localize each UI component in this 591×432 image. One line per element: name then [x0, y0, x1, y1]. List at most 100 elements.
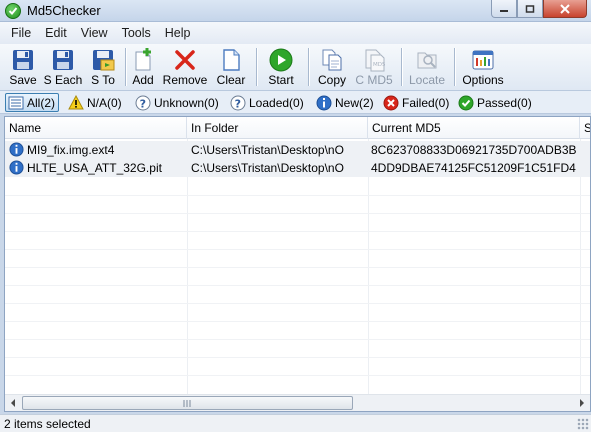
column-header-extra[interactable]: S: [580, 117, 590, 139]
close-icon: [560, 3, 570, 14]
file-list[interactable]: Name In Folder Current MD5 S MI9_fix.img…: [4, 116, 591, 412]
row-divider: [5, 357, 590, 358]
failed-icon: [383, 95, 399, 110]
cell-name: MI9_fix.img.ext4: [27, 143, 115, 157]
filter-na-label: N/A(0): [87, 95, 122, 110]
arrow-left-icon: [11, 399, 15, 407]
filter-new-label: New(2): [335, 95, 374, 110]
add-button[interactable]: Add: [128, 45, 158, 90]
row-divider: [5, 249, 590, 250]
scroll-right-button[interactable]: [573, 395, 590, 411]
minimize-icon: [500, 9, 508, 12]
menu-file[interactable]: File: [4, 26, 38, 40]
list-icon: [8, 96, 24, 109]
question-icon: ?: [230, 95, 246, 110]
filter-failed-label: Failed(0): [402, 95, 450, 110]
checkmark-circle-icon: [5, 3, 21, 19]
grip-icon: [183, 400, 192, 407]
menu-edit[interactable]: Edit: [38, 26, 74, 40]
info-icon: [9, 142, 24, 157]
save-to-button[interactable]: S To: [86, 45, 120, 90]
copy-md5-label: C MD5: [355, 73, 393, 87]
filter-na[interactable]: N/A(0): [66, 93, 122, 112]
save-to-label: S To: [91, 73, 115, 87]
save-each-button[interactable]: S Each: [42, 45, 84, 90]
toolbar-separator: [454, 48, 455, 86]
copy-icon: [322, 49, 342, 71]
floppy-disk-icon: [13, 50, 33, 70]
filter-new[interactable]: New(2): [314, 93, 374, 112]
cell-folder: C:\Users\Tristan\Desktop\nO: [191, 161, 344, 175]
row-divider: [5, 285, 590, 286]
add-file-icon: [135, 48, 151, 71]
horizontal-scrollbar[interactable]: [5, 394, 590, 411]
maximize-button[interactable]: [517, 0, 543, 18]
cell-folder: C:\Users\Tristan\Desktop\nO: [191, 143, 344, 157]
clear-label: Clear: [216, 73, 246, 87]
row-divider: [5, 195, 590, 196]
table-row[interactable]: MI9_fix.img.ext4 C:\Users\Tristan\Deskto…: [5, 141, 590, 159]
cell-md5: 8C623708833D06921735D700ADB3B...: [371, 143, 576, 157]
cell-md5: 4DD9DBAE74125FC51209F1C51FD46...: [371, 161, 576, 175]
svg-text:?: ?: [235, 97, 241, 110]
start-button[interactable]: Start: [262, 45, 300, 90]
cell-name: HLTE_USA_ATT_32G.pit: [27, 161, 162, 175]
row-divider: [5, 321, 590, 322]
menu-bar: File Edit View Tools Help: [0, 22, 591, 44]
row-divider: [5, 267, 590, 268]
blank-document-icon: [223, 49, 240, 71]
row-divider: [5, 303, 590, 304]
options-icon: [472, 50, 494, 70]
clear-button[interactable]: Clear: [213, 45, 249, 90]
row-divider: [5, 231, 590, 232]
save-button[interactable]: Save: [4, 45, 42, 90]
locate-button[interactable]: Locate: [406, 45, 448, 90]
copy-label: Copy: [317, 73, 346, 87]
red-x-icon: [175, 50, 195, 70]
status-text: 2 items selected: [4, 417, 91, 431]
resize-grip-icon[interactable]: [577, 418, 589, 430]
toolbar-separator: [125, 48, 126, 86]
copy-button[interactable]: Copy: [314, 45, 350, 90]
filter-failed[interactable]: Failed(0): [381, 93, 449, 112]
menu-help[interactable]: Help: [158, 26, 198, 40]
scroll-thumb[interactable]: [22, 396, 353, 410]
green-play-icon: [269, 48, 293, 72]
remove-button[interactable]: Remove: [161, 45, 209, 90]
filter-passed-label: Passed(0): [477, 95, 532, 110]
info-icon: [316, 95, 332, 110]
options-label: Options: [462, 73, 504, 87]
arrow-right-icon: [580, 399, 584, 407]
menu-view[interactable]: View: [74, 26, 115, 40]
options-button[interactable]: Options: [459, 45, 507, 90]
toolbar-separator: [256, 48, 257, 86]
floppy-disk-icon: [53, 50, 73, 70]
minimize-button[interactable]: [491, 0, 517, 18]
locate-label: Locate: [408, 73, 446, 87]
save-to-folder-icon: [93, 50, 115, 71]
scroll-left-button[interactable]: [5, 395, 22, 411]
column-header-folder[interactable]: In Folder: [187, 117, 368, 139]
question-icon: ?: [135, 95, 151, 110]
filter-loaded[interactable]: ? Loaded(0): [228, 93, 304, 112]
close-button[interactable]: [543, 0, 587, 18]
title-bar: Md5Checker: [0, 0, 591, 22]
filter-bar: All(2) N/A(0) ? Unknown(0) ? Loaded(0) N…: [0, 91, 591, 114]
copy-md5-button[interactable]: MD5 C MD5: [353, 45, 395, 90]
filter-passed[interactable]: Passed(0): [456, 93, 532, 112]
add-label: Add: [132, 73, 154, 87]
passed-icon: [458, 95, 474, 110]
status-bar: 2 items selected: [0, 414, 591, 432]
table-row[interactable]: HLTE_USA_ATT_32G.pit C:\Users\Tristan\De…: [5, 159, 590, 177]
list-header: Name In Folder Current MD5 S: [5, 117, 590, 139]
toolbar: Save S Each S To Add Remove Clear Start …: [0, 44, 591, 91]
filter-loaded-label: Loaded(0): [249, 95, 304, 110]
filter-unknown[interactable]: ? Unknown(0): [133, 93, 219, 112]
md5-document-icon: MD5: [365, 49, 386, 72]
save-label: Save: [9, 73, 37, 87]
filter-all-label: All(2): [27, 95, 56, 110]
column-header-md5[interactable]: Current MD5: [368, 117, 580, 139]
menu-tools[interactable]: Tools: [115, 26, 158, 40]
column-header-name[interactable]: Name: [5, 117, 187, 139]
filter-all[interactable]: All(2): [5, 93, 60, 112]
